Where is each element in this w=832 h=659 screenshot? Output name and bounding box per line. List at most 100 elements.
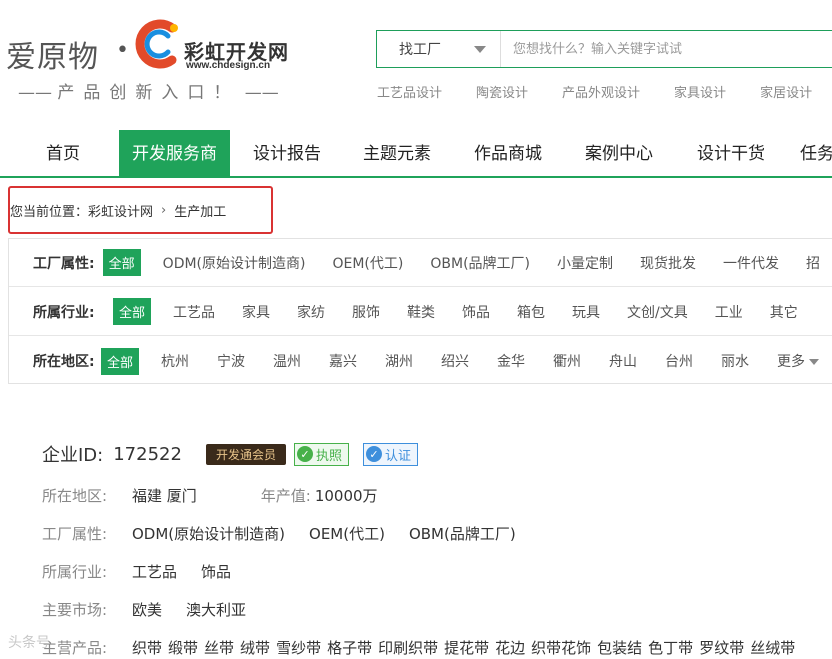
nav-item-mall[interactable]: 作品商城 xyxy=(466,130,550,176)
product-tag: 丝绒带 xyxy=(750,638,796,657)
nav-item-home[interactable]: 首页 xyxy=(26,130,100,176)
filter-option[interactable]: 家具 xyxy=(242,302,270,322)
product-tag: 格子带 xyxy=(327,638,373,657)
company-industry-row: 所属行业: 工艺品 饰品 xyxy=(42,552,832,590)
filter-option[interactable]: 工艺品 xyxy=(173,302,215,322)
nav-item-cases[interactable]: 案例中心 xyxy=(577,130,661,176)
nav-item-themes[interactable]: 主题元素 xyxy=(355,130,439,176)
filter-option[interactable]: 箱包 xyxy=(517,302,545,322)
filter-option[interactable]: 宁波 xyxy=(217,351,245,371)
filter-row-factory: 工厂属性: 全部 ODM(原始设计制造商) OEM(代工) OBM(品牌工厂) … xyxy=(9,239,832,287)
filter-option[interactable]: 一件代发 xyxy=(723,253,779,273)
logo-dot: • xyxy=(116,38,129,63)
filter-all-industry[interactable]: 全部 xyxy=(113,298,152,325)
filter-option[interactable]: 杭州 xyxy=(161,351,189,371)
breadcrumb-current: 生产加工 xyxy=(174,204,227,220)
company-id-line: 企业ID: 172522 开发通会员 ✓ 执照 ✓ 认证 xyxy=(42,438,832,470)
market-label: 主要市场: xyxy=(42,600,108,619)
company-card: 企业ID: 172522 开发通会员 ✓ 执照 ✓ 认证 所在地区: 福建 厦门 年… xyxy=(42,438,832,659)
company-id-value: 172522 xyxy=(113,443,182,465)
hot-links: 工艺品设计 陶瓷设计 产品外观设计 家具设计 家居设计 xyxy=(377,82,832,101)
product-tag: 提花带 xyxy=(444,638,490,657)
filter-row-region: 所在地区: 全部 杭州 宁波 温州 嘉兴 湖州 绍兴 金华 衢州 舟山 台州 丽… xyxy=(9,337,832,385)
filter-option[interactable]: 工业 xyxy=(715,302,743,322)
filter-option[interactable]: 金华 xyxy=(497,351,525,371)
market-value: 欧美 xyxy=(132,600,163,619)
filter-all-region[interactable]: 全部 xyxy=(100,347,139,375)
product-tag: 花边 xyxy=(495,638,526,657)
filter-option[interactable]: ODM(原始设计制造商) xyxy=(163,253,306,273)
watermark: 头条号 xyxy=(8,632,50,652)
rainbow-c-icon xyxy=(135,19,178,69)
filter-option[interactable]: 丽水 xyxy=(721,351,749,371)
filter-option[interactable]: OEM(代工) xyxy=(332,253,403,273)
breadcrumb: 您当前位置： 彩虹设计网 › 生产加工 xyxy=(8,186,273,234)
filter-option[interactable]: 家纺 xyxy=(297,302,325,322)
filter-option[interactable]: 小量定制 xyxy=(557,253,613,273)
filter-panel: 工厂属性: 全部 ODM(原始设计制造商) OEM(代工) OBM(品牌工厂) … xyxy=(8,238,832,384)
nav-item-tasks[interactable]: 任务 xyxy=(800,130,832,176)
check-icon: ✓ xyxy=(296,446,313,462)
check-icon: ✓ xyxy=(365,446,382,462)
market-value: 澳大利亚 xyxy=(186,600,247,619)
logo-slogan: —— 产品创新入口！ —— xyxy=(18,83,279,103)
product-tag: 织带 xyxy=(132,638,163,657)
factory-label: 工厂属性: xyxy=(42,524,108,543)
filter-label-industry: 所属行业: xyxy=(33,304,95,321)
company-market-row: 主要市场: 欧美 澳大利亚 xyxy=(42,590,832,628)
search-type-select[interactable]: 找工厂 xyxy=(377,31,501,67)
filter-option[interactable]: 现货批发 xyxy=(640,253,696,273)
site-logo[interactable]: 爱原物 • 彩虹开发网 www.chdesign.cn —— 产品创新入口！ —… xyxy=(6,18,296,103)
hot-link-furniture[interactable]: 家具设计 xyxy=(674,82,726,101)
search-input[interactable] xyxy=(501,31,832,67)
factory-value: OEM(代工) xyxy=(309,524,385,543)
filter-option[interactable]: 绍兴 xyxy=(441,351,469,371)
nav-item-reports[interactable]: 设计报告 xyxy=(245,130,329,176)
filter-option[interactable]: 招 xyxy=(806,253,820,273)
factory-value: OBM(品牌工厂) xyxy=(408,524,516,543)
company-region-row: 所在地区: 福建 厦门 年产值: 10000万 xyxy=(42,476,832,514)
chevron-down-icon xyxy=(809,359,819,365)
filter-option[interactable]: 衢州 xyxy=(553,351,581,371)
filter-option[interactable]: 服饰 xyxy=(352,302,380,322)
filter-more-button[interactable]: 更多 xyxy=(777,351,819,371)
factory-value: ODM(原始设计制造商) xyxy=(132,524,286,543)
region-label: 所在地区: xyxy=(42,486,108,505)
company-id-label: 企业ID: xyxy=(42,445,104,466)
search-bar: 找工厂 xyxy=(376,30,832,68)
license-badge: ✓ 执照 xyxy=(293,442,349,466)
filter-label-factory: 工厂属性: xyxy=(33,255,95,272)
hot-link-crafts[interactable]: 工艺品设计 xyxy=(377,82,442,101)
filter-option[interactable]: 台州 xyxy=(665,351,693,371)
filter-row-industry: 所属行业: 全部 工艺品 家具 家纺 服饰 鞋类 饰品 箱包 玩具 文创/文具 … xyxy=(9,288,832,336)
industry-label: 所属行业: xyxy=(42,562,108,581)
filter-option[interactable]: OBM(品牌工厂) xyxy=(430,253,530,273)
logo-url: www.chdesign.cn xyxy=(186,60,271,71)
filter-option[interactable]: 文创/文具 xyxy=(627,302,688,322)
chevron-down-icon xyxy=(474,46,486,53)
product-tag: 缎带 xyxy=(168,638,199,657)
nav-item-providers[interactable]: 开发服务商 xyxy=(119,130,230,176)
filter-option[interactable]: 其它 xyxy=(770,302,798,322)
breadcrumb-home[interactable]: 彩虹设计网 xyxy=(88,201,153,220)
filter-option[interactable]: 玩具 xyxy=(572,302,600,322)
filter-option[interactable]: 饰品 xyxy=(462,302,490,322)
chevron-right-icon: › xyxy=(161,202,167,218)
nav-item-articles[interactable]: 设计干货 xyxy=(689,130,773,176)
filter-option[interactable]: 嘉兴 xyxy=(329,351,357,371)
product-tag: 色丁带 xyxy=(648,638,694,657)
member-badge: 开发通会员 xyxy=(205,443,286,465)
output-label: 年产值: xyxy=(260,486,311,505)
product-tag: 织带花饰 xyxy=(531,638,592,657)
filter-option[interactable]: 温州 xyxy=(273,351,301,371)
filter-option[interactable]: 鞋类 xyxy=(407,302,435,322)
industry-value: 饰品 xyxy=(201,562,232,581)
hot-link-product-design[interactable]: 产品外观设计 xyxy=(562,82,640,101)
products-label: 主营产品: xyxy=(42,638,108,657)
filter-option[interactable]: 舟山 xyxy=(609,351,637,371)
filter-all-factory[interactable]: 全部 xyxy=(102,249,141,276)
hot-link-home[interactable]: 家居设计 xyxy=(760,82,812,101)
filter-option[interactable]: 湖州 xyxy=(385,351,413,371)
company-products-row: 主营产品: 织带 缎带 丝带 绒带 雪纱带 格子带 印刷织带 提花带 花边 织带… xyxy=(42,628,832,659)
hot-link-ceramics[interactable]: 陶瓷设计 xyxy=(476,82,528,101)
